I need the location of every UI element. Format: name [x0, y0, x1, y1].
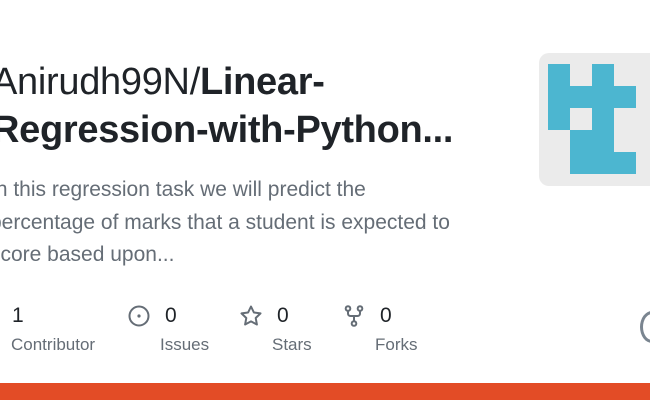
- issue-icon: [127, 304, 151, 328]
- repo-name-part-1[interactable]: Linear-: [200, 61, 325, 103]
- stat-count: 0: [165, 304, 177, 327]
- language-color-bar: [0, 383, 650, 400]
- stat-label: Contributor: [11, 335, 96, 354]
- stat-label: Stars: [272, 335, 312, 354]
- owner-avatar[interactable]: [539, 53, 650, 186]
- repo-stats: 1 Contributor 0 Issues 0 Stars 0 Forks: [0, 300, 520, 360]
- stat-contributors[interactable]: 1 Contributor: [0, 300, 95, 355]
- repo-title[interactable]: Anirudh99N/Linear- Regression-with-Pytho…: [0, 58, 512, 154]
- repo-title-line-1: Anirudh99N/Linear-: [0, 58, 512, 106]
- github-logo-icon: [640, 311, 650, 343]
- stat-count: 1: [12, 304, 24, 327]
- stat-label: Forks: [375, 335, 418, 354]
- description-line: score based upon...: [0, 243, 175, 266]
- identicon-icon: [548, 64, 636, 174]
- star-icon: [239, 304, 263, 328]
- stat-forks[interactable]: 0 Forks: [342, 300, 418, 355]
- repo-description: In this regression task we will predict …: [0, 174, 490, 272]
- stat-stars[interactable]: 0 Stars: [239, 300, 312, 355]
- repo-owner[interactable]: Anirudh99N/: [0, 61, 200, 103]
- repo-name-part-2[interactable]: Regression-with-Python...: [0, 106, 512, 154]
- stat-label: Issues: [160, 335, 210, 354]
- stat-count: 0: [277, 304, 289, 327]
- stat-issues[interactable]: 0 Issues: [127, 300, 209, 355]
- fork-icon: [342, 304, 366, 328]
- description-line: In this regression task we will predict …: [0, 178, 366, 201]
- stat-count: 0: [380, 304, 392, 327]
- description-line: percentage of marks that a student is ex…: [0, 210, 450, 234]
